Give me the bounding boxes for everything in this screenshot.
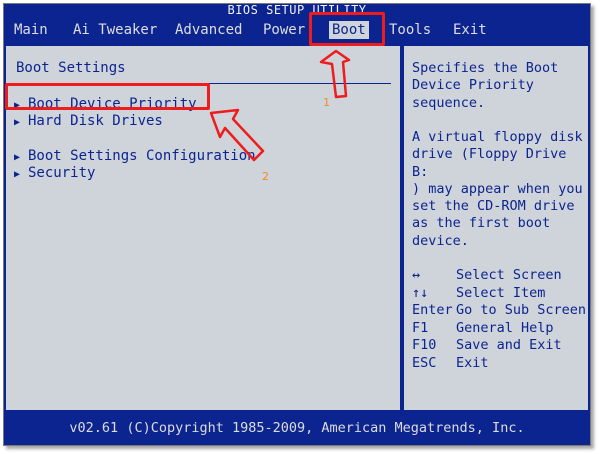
triangle-right-icon: ▶ (14, 117, 21, 128)
menu-bar: Main Ai Tweaker Advanced Power Boot Tool… (4, 15, 590, 43)
menu-item-boot-settings-configuration[interactable]: ▶ Boot Settings Configuration (14, 147, 256, 165)
step-number-2: 2 (262, 170, 269, 183)
menu-item-label: Security (28, 165, 96, 181)
help-note: A virtual floppy disk drive (Floppy Driv… (412, 129, 584, 250)
tab-main[interactable]: Main (11, 21, 51, 39)
help-line: as the first boot (412, 215, 551, 232)
key-label: F1 (412, 319, 429, 336)
up-down-arrow-icon: ↑↓ (412, 284, 429, 301)
help-line: A virtual floppy disk (412, 129, 583, 145)
tab-power[interactable]: Power (260, 21, 308, 39)
tab-tools[interactable]: Tools (386, 21, 434, 39)
help-panel: Specifies the Boot Device Priority seque… (402, 44, 590, 412)
highlight-box-boot-device-priority (5, 83, 210, 110)
screenshot-frame: BIOS SETUP UTILITY Main Ai Tweaker Advan… (3, 3, 591, 446)
help-line: Device Priority (412, 77, 534, 94)
key-row-select-item: ↑↓ Select Item (412, 285, 586, 303)
help-line: Specifies the Boot (412, 60, 559, 76)
help-line: ) may appear when you (412, 180, 583, 197)
key-legend: ↔ Select Screen ↑↓ Select Item Enter Go to … (412, 267, 586, 372)
help-description: Specifies the Boot Device Priority seque… (412, 60, 584, 112)
key-action: Exit (456, 354, 489, 371)
menu-item-hard-disk-drives[interactable]: ▶ Hard Disk Drives (14, 112, 163, 130)
tab-advanced[interactable]: Advanced (172, 21, 245, 39)
key-row-save-exit: F10 Save and Exit (412, 337, 586, 355)
menu-item-label: Hard Disk Drives (28, 113, 163, 129)
help-line: sequence. (412, 94, 486, 111)
key-row-general-help: F1 General Help (412, 320, 586, 338)
help-line: set the CD-ROM drive (412, 198, 575, 215)
key-action: Select Screen (456, 267, 562, 283)
menu-item-label: Boot Settings Configuration (28, 148, 256, 164)
left-right-arrow-icon: ↔ (412, 267, 421, 283)
tab-ai-tweaker[interactable]: Ai Tweaker (70, 21, 160, 39)
key-action: Select Item (456, 284, 546, 301)
key-row-sub-screen: Enter Go to Sub Screen (412, 302, 586, 320)
step-number-1: 1 (323, 96, 330, 109)
key-action: Go to Sub Screen (456, 302, 587, 318)
key-row-select-screen: ↔ Select Screen (412, 267, 586, 285)
highlight-box-boot-tab (309, 12, 385, 46)
key-row-exit: ESC Exit (412, 355, 586, 373)
help-line: drive (Floppy Drive B: (412, 146, 567, 180)
key-action: General Help (456, 319, 554, 336)
copyright-footer: v02.61 (C)Copyright 1985-2009, American … (69, 420, 525, 436)
key-label: F10 (412, 337, 437, 353)
triangle-right-icon: ▶ (14, 169, 21, 180)
tab-exit[interactable]: Exit (450, 21, 490, 39)
bios-screen: BIOS SETUP UTILITY Main Ai Tweaker Advan… (4, 4, 590, 445)
key-action: Save and Exit (456, 337, 562, 353)
section-title: Boot Settings (16, 60, 126, 76)
key-label: Enter (412, 302, 453, 318)
help-line: device. (412, 232, 469, 249)
key-label: ESC (412, 354, 437, 371)
menu-item-security[interactable]: ▶ Security (14, 164, 95, 182)
